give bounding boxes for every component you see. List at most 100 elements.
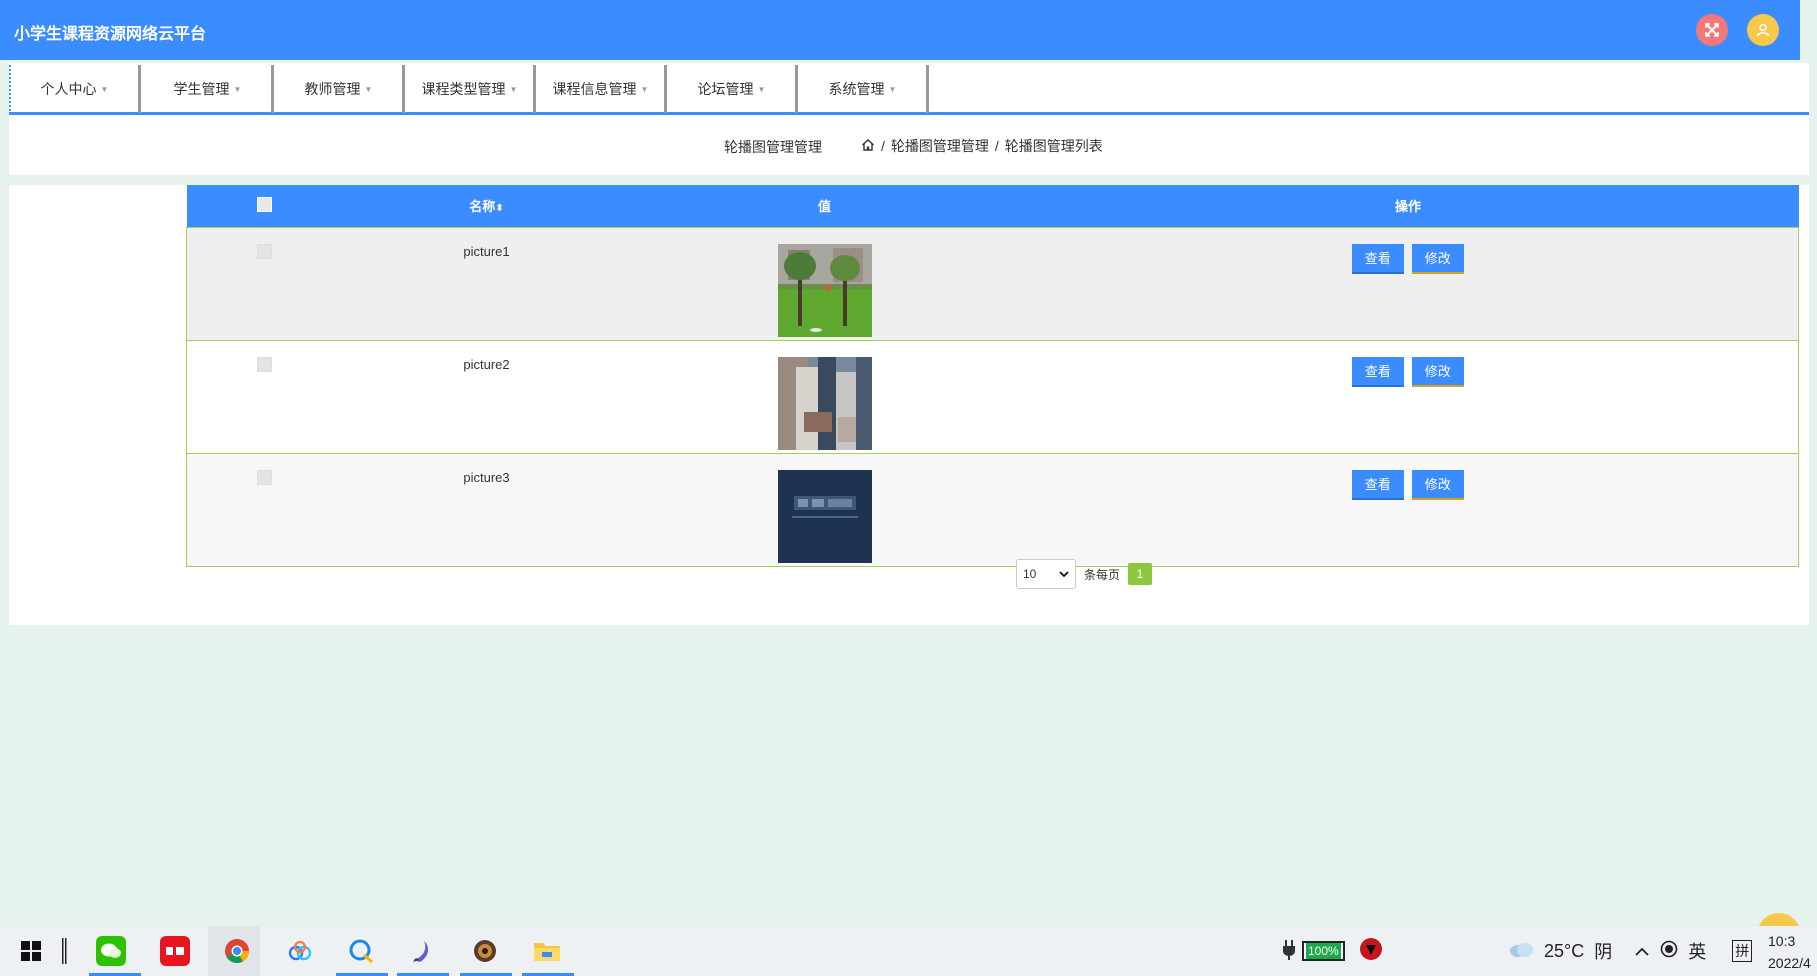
building-photo-thumbnail[interactable] bbox=[777, 356, 872, 450]
page-size-value: 10 bbox=[1023, 567, 1037, 581]
system-tray: 100% bbox=[1282, 926, 1383, 976]
row-checkbox[interactable] bbox=[256, 243, 272, 259]
taskbar-divider-icon bbox=[60, 936, 68, 966]
header-gap bbox=[1800, 0, 1817, 60]
power-plug-icon bbox=[1282, 938, 1296, 965]
row-checkbox-cell bbox=[186, 226, 342, 341]
column-value-label: 值 bbox=[817, 199, 831, 215]
column-name-header[interactable]: 名称⬍ bbox=[341, 185, 632, 227]
breadcrumb-link[interactable]: 轮播图管理管理 bbox=[891, 136, 989, 156]
security-app-icon[interactable] bbox=[1359, 937, 1383, 966]
clock-time: 10:3 bbox=[1768, 933, 1796, 949]
clock-date: 2022/4 bbox=[1768, 955, 1811, 971]
row-actions-cell: 查看 修改 bbox=[1017, 226, 1799, 341]
view-button[interactable]: 查看 bbox=[1351, 356, 1404, 387]
wechat-icon[interactable] bbox=[96, 936, 126, 966]
nav-item-personal-center[interactable]: 个人中心 ▼ bbox=[11, 65, 141, 113]
breadcrumb-separator: / bbox=[994, 138, 999, 154]
pagination: 10 条每页 1 bbox=[1016, 559, 1153, 589]
row-checkbox[interactable] bbox=[256, 356, 272, 372]
edit-button[interactable]: 修改 bbox=[1411, 356, 1464, 387]
home-icon[interactable] bbox=[861, 138, 875, 155]
nav-item-forum-management[interactable]: 论坛管理 ▼ bbox=[668, 65, 798, 113]
caret-down-icon: ▼ bbox=[233, 84, 242, 94]
chevron-down-icon bbox=[1059, 567, 1069, 581]
row-name: picture1 bbox=[341, 226, 632, 341]
nav-item-system-management[interactable]: 系统管理 ▼ bbox=[799, 65, 929, 113]
column-actions-label: 操作 bbox=[1394, 199, 1421, 215]
cloud-weather-icon bbox=[1508, 940, 1534, 963]
caret-down-icon: ▼ bbox=[364, 84, 373, 94]
page-size-select[interactable]: 10 bbox=[1016, 559, 1076, 589]
main-nav: 个人中心 ▼ 学生管理 ▼ 教师管理 ▼ 课程类型管理 ▼ 课程信息管理 ▼ 论坛管理 ▼ … bbox=[9, 63, 1809, 115]
nav-item-label: 学生管理 bbox=[173, 81, 230, 97]
page-number-current[interactable]: 1 bbox=[1128, 563, 1153, 585]
dolphin-app-icon[interactable] bbox=[406, 936, 436, 966]
nav-item-label: 课程信息管理 bbox=[552, 81, 637, 97]
select-all-checkbox[interactable] bbox=[256, 196, 272, 212]
row-actions-cell: 查看 修改 bbox=[1017, 452, 1799, 567]
weather-temperature[interactable]: 25°C bbox=[1544, 941, 1584, 962]
edit-button[interactable]: 修改 bbox=[1411, 469, 1464, 500]
per-page-label: 条每页 bbox=[1084, 567, 1121, 582]
caret-down-icon: ▼ bbox=[888, 84, 897, 94]
dark-banner-photo-thumbnail[interactable] bbox=[777, 469, 872, 563]
row-checkbox[interactable] bbox=[256, 469, 272, 485]
record-icon[interactable] bbox=[1660, 940, 1678, 963]
caret-down-icon: ▼ bbox=[509, 84, 518, 94]
system-tray-right: 25°C 阴 英 拼 bbox=[1508, 926, 1753, 976]
nav-item-teacher-management[interactable]: 教师管理 ▼ bbox=[275, 65, 405, 113]
nav-item-label: 教师管理 bbox=[304, 81, 361, 97]
youdao-icon[interactable] bbox=[160, 936, 190, 966]
sort-icon[interactable]: ⬍ bbox=[495, 203, 503, 214]
edit-button[interactable]: 修改 bbox=[1411, 243, 1464, 274]
top-header: 小学生课程资源网络云平台 bbox=[0, 0, 1800, 60]
page-title: 轮播图管理管理 bbox=[724, 139, 822, 155]
caret-down-icon: ▼ bbox=[757, 84, 766, 94]
row-value-cell bbox=[631, 226, 1018, 341]
battery-icon[interactable]: 100% bbox=[1302, 941, 1345, 961]
breadcrumb: / 轮播图管理管理 / 轮播图管理列表 bbox=[861, 136, 1103, 156]
row-checkbox-cell bbox=[186, 452, 342, 567]
baidu-netdisk-icon[interactable] bbox=[285, 936, 315, 966]
table-header-row: 名称⬍ 值 操作 bbox=[186, 185, 1799, 227]
content-panel: 名称⬍ 值 操作 picture1 查看 修改 picture2 查看 修改 p… bbox=[9, 185, 1809, 625]
breadcrumb-separator: / bbox=[881, 138, 885, 154]
nav-item-label: 个人中心 bbox=[40, 81, 97, 97]
nav-item-course-type-management[interactable]: 课程类型管理 ▼ bbox=[406, 65, 536, 113]
battery-level: 100% bbox=[1306, 943, 1341, 959]
game-app-icon[interactable] bbox=[470, 936, 500, 966]
row-name: picture2 bbox=[341, 339, 632, 454]
view-button[interactable]: 查看 bbox=[1351, 469, 1404, 500]
column-name-label: 名称 bbox=[469, 199, 496, 215]
nav-item-label: 论坛管理 bbox=[697, 81, 754, 97]
row-value-cell bbox=[631, 339, 1018, 454]
ime-language[interactable]: 英 bbox=[1688, 938, 1706, 964]
nav-item-student-management[interactable]: 学生管理 ▼ bbox=[144, 65, 274, 113]
caret-down-icon: ▼ bbox=[100, 84, 109, 94]
user-avatar-icon[interactable] bbox=[1747, 14, 1779, 46]
weather-condition: 阴 bbox=[1594, 942, 1613, 962]
chrome-icon[interactable] bbox=[222, 936, 252, 966]
breadcrumb-current: 轮播图管理列表 bbox=[1004, 138, 1103, 154]
nav-item-label: 课程类型管理 bbox=[421, 81, 506, 97]
park-photo-thumbnail[interactable] bbox=[777, 243, 872, 337]
nav-item-label: 系统管理 bbox=[828, 81, 885, 97]
windows-taskbar: 100% 25°C 阴 英 拼 10:3 2022/4 bbox=[0, 926, 1817, 976]
file-explorer-icon[interactable] bbox=[532, 936, 562, 966]
table-row: picture3 查看 修改 bbox=[186, 452, 1799, 567]
row-checkbox-cell bbox=[186, 339, 342, 454]
table-row: picture1 查看 修改 bbox=[186, 226, 1799, 341]
column-actions-header: 操作 bbox=[1017, 185, 1799, 227]
system-clock[interactable]: 10:3 2022/4 bbox=[1768, 930, 1811, 974]
qq-browser-icon[interactable] bbox=[346, 936, 376, 966]
windows-start-icon[interactable] bbox=[16, 936, 46, 966]
chevron-up-icon[interactable] bbox=[1634, 941, 1650, 962]
row-value-cell bbox=[631, 452, 1018, 567]
nav-item-course-info-management[interactable]: 课程信息管理 ▼ bbox=[537, 65, 667, 113]
select-all-header bbox=[186, 185, 342, 227]
row-actions-cell: 查看 修改 bbox=[1017, 339, 1799, 454]
view-button[interactable]: 查看 bbox=[1351, 243, 1404, 274]
ime-mode[interactable]: 拼 bbox=[1732, 940, 1753, 962]
fullscreen-close-icon[interactable] bbox=[1696, 14, 1728, 46]
